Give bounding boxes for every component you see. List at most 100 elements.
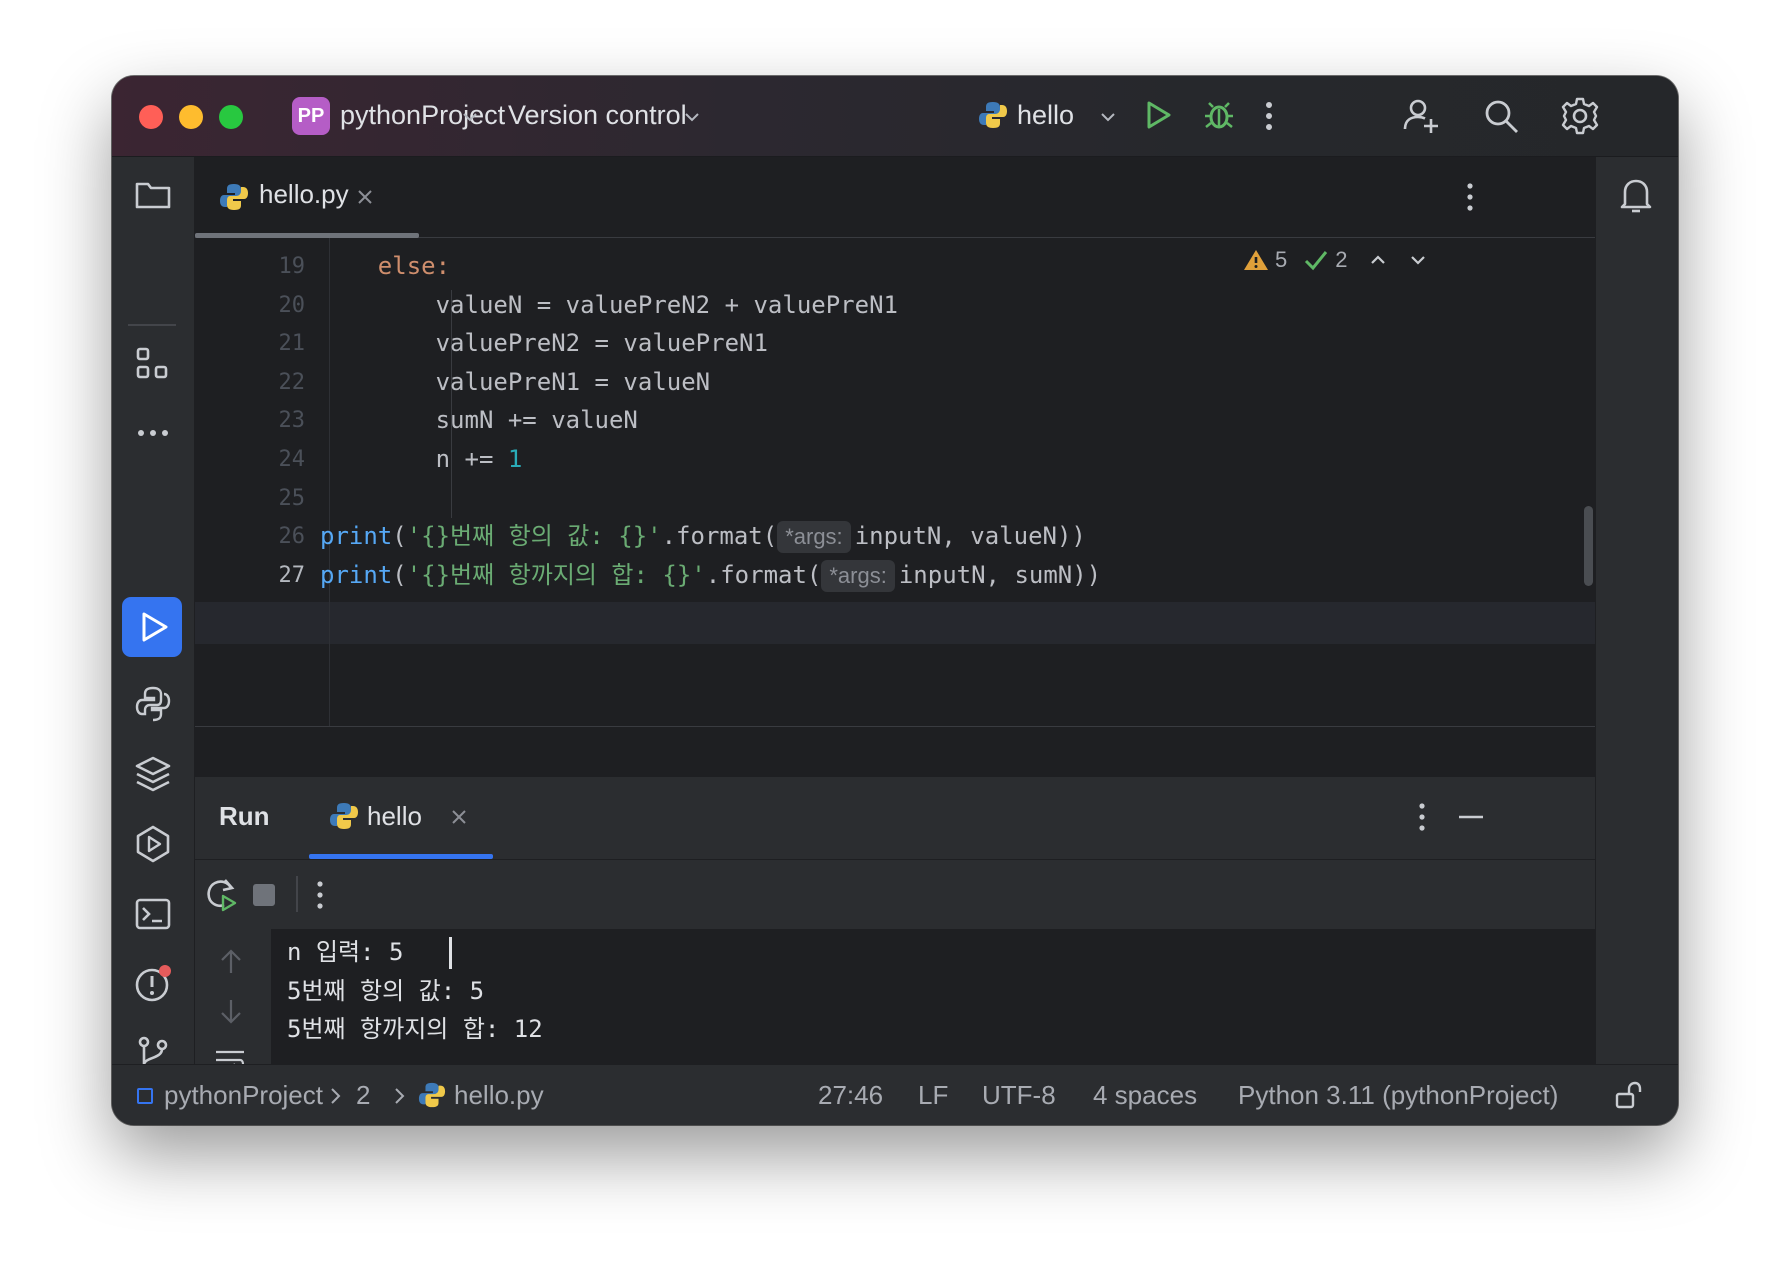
maximize-window-button[interactable] [219,105,243,129]
next-highlight-icon[interactable] [1408,250,1428,270]
line-number: 24 [278,447,306,472]
run-console[interactable]: n 입력: 55번째 항의 값: 55번째 항까지의 합: 12Process … [195,929,1595,1064]
code-token: '{}번째 항까지의 합: {}' [406,560,706,589]
code-line: print('{}번째 항까지의 합: {}'.format(*args: inp… [320,559,1101,592]
editor-scrollbar[interactable] [1584,506,1593,586]
parameter-hint: *args: [777,521,851,554]
code-token: .format( [661,522,778,551]
close-window-button[interactable] [139,105,163,129]
warnings-count: 5 [1275,247,1288,272]
layers-icon[interactable] [132,753,174,795]
right-tool-strip [1595,157,1678,1064]
code-token: print [320,522,393,551]
version-control-menu[interactable]: Version control [508,98,687,132]
scroll-up-arrow-icon[interactable] [217,947,245,975]
breadcrumb-project[interactable]: pythonProject [164,1078,323,1112]
breadcrumb-folder[interactable]: 2 [356,1078,370,1112]
python-icon [330,803,358,829]
text-cursor [449,937,452,969]
line-number: 25 [278,485,306,511]
soft-wrap-icon[interactable] [213,1047,247,1064]
code-line: valuePreN1 = valueN [320,366,711,398]
editor-tab-bar: hello.py [195,157,1595,238]
run-panel-more-icon[interactable] [1417,799,1427,835]
module-icon [137,1088,153,1104]
code-line: sumN += valueN [320,404,638,436]
scroll-down-arrow-icon[interactable] [217,998,245,1026]
previous-highlight-icon[interactable] [1368,250,1388,270]
file-encoding[interactable]: UTF-8 [982,1078,1056,1112]
line-number: 20 [278,292,306,318]
chevron-down-icon [1101,113,1115,122]
python-file-icon [418,1082,446,1108]
code-token: 1 [507,445,523,473]
check-icon [1305,251,1328,271]
parameter-hint: *args: [821,559,895,592]
gear-icon[interactable] [1560,96,1600,136]
code-token: inputN, sumN)) [898,560,1102,589]
stop-icon[interactable] [253,884,275,906]
left-tool-strip [112,157,195,1071]
console-output-line: 5번째 항의 값: 5 [287,976,485,1005]
code-line: print('{}번째 항의 값: {}'.format(*args: input… [320,520,1086,554]
chevron-down-icon [463,113,477,122]
search-icon[interactable] [1482,97,1520,135]
line-separator[interactable]: LF [918,1078,948,1112]
code-token: .format( [705,560,822,589]
python-interpreter[interactable]: Python 3.11 (pythonProject) [1238,1078,1558,1112]
problems-icon[interactable] [132,963,174,1005]
run-toolbar-more-icon[interactable] [315,877,325,913]
caret-position[interactable]: 27:46 [818,1078,883,1112]
run-panel-header: Run hello [195,776,1595,859]
close-tab-icon[interactable] [355,187,375,207]
chevron-down-icon [685,113,699,122]
tabs-more-icon[interactable] [1465,179,1475,215]
code-editor[interactable]: 19 20 21 22 23 24 25 26 27 else: valueN = valueP… [195,238,1595,726]
project-folder-icon[interactable] [132,174,174,216]
code-line: n += 1 [320,443,523,475]
code-token: valueN = valuePreN2 + valuePreN1 [320,290,898,319]
inspections-widget[interactable]: 5 2 [1243,242,1428,278]
code-token: inputN, valueN)) [854,522,1086,551]
run-tab-hello[interactable]: hello [367,799,422,833]
add-user-icon[interactable] [1402,96,1442,136]
run-panel-title: Run [219,801,270,831]
code-line: valueN = valuePreN2 + valuePreN1 [320,289,898,321]
more-vertical-icon[interactable] [1264,98,1274,134]
services-icon[interactable] [132,823,174,865]
close-run-tab-icon[interactable] [449,807,469,827]
line-number: 26 [278,524,306,550]
line-number: 19 [278,254,306,279]
line-number: 23 [278,408,306,434]
breadcrumb-file[interactable]: hello.py [454,1078,544,1112]
python-console-icon[interactable] [132,683,174,725]
ide-window: PP pythonProject Version control hello h… [112,76,1678,1125]
code-line: valuePreN2 = valuePreN1 [320,327,768,359]
tool-strip-divider [128,324,176,326]
run-config-selector[interactable]: hello [1017,98,1074,132]
code-token: n += [320,445,508,473]
editor-bottom-spacer [195,726,1595,777]
lock-open-icon[interactable] [1614,1081,1642,1111]
run-tool-icon [142,612,168,642]
notifications-bell-icon[interactable] [1615,174,1657,216]
code-token: '{}번째 항의 값: {}' [406,522,662,551]
status-bar: pythonProject 2 hello.py 27:46 LF UTF-8 … [112,1064,1678,1125]
minimize-panel-icon[interactable] [1457,807,1485,827]
debug-bug-icon[interactable] [1201,97,1237,133]
minimize-window-button[interactable] [179,105,203,129]
terminal-icon[interactable] [132,893,174,935]
code-token: ( [392,560,407,589]
run-icon[interactable] [1141,98,1175,132]
more-horizontal-icon[interactable] [132,412,174,454]
warning-icon [1244,250,1268,270]
rerun-icon[interactable] [203,876,239,912]
code-token: valuePreN2 = valuePreN1 [320,329,768,358]
structure-icon[interactable] [132,343,174,385]
toolbar-divider [296,876,298,912]
indent-setting[interactable]: 4 spaces [1093,1078,1197,1112]
code-token: print [320,560,393,589]
current-line-highlight [195,602,1595,644]
editor-tab-hello-py[interactable]: hello.py [259,177,349,211]
python-file-icon [220,184,248,210]
